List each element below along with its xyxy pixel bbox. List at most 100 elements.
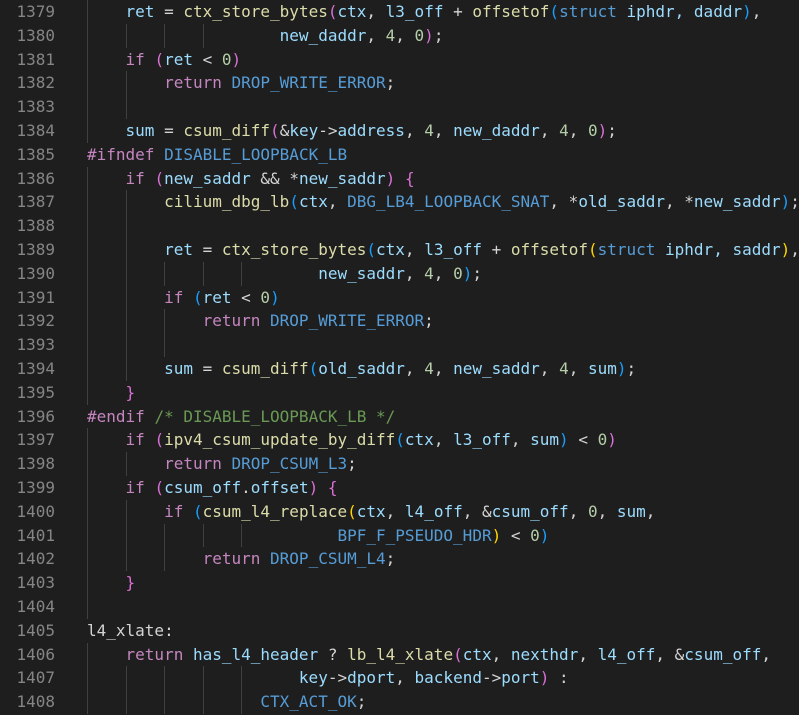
code-line[interactable]: 1403 }: [0, 571, 799, 595]
code-token: ret: [164, 239, 193, 259]
code-line[interactable]: 1395 }: [0, 380, 799, 405]
code-token: ,: [395, 25, 415, 45]
code-line[interactable]: 1396 #endif /* DISABLE_LOOPBACK_LB */: [0, 405, 799, 429]
code-token: nexthdr: [510, 644, 579, 664]
code-line[interactable]: 1381 if (ret < 0): [0, 47, 799, 72]
code-text: BPF_F_PSEUDO_HDR) < 0): [87, 524, 549, 548]
code-line[interactable]: 1379 ret = ctx_store_bytes (ctx, l3_off +…: [0, 0, 799, 24]
code-token: l4_off: [404, 501, 463, 521]
code-line[interactable]: 1386 if (new_saddr && *new_saddr) {: [0, 166, 799, 191]
code-editor[interactable]: 1379 ret = ctx_store_bytes(ctx, l3_off +…: [0, 0, 799, 715]
code-line[interactable]: 1385 #ifndef DISABLE_LOOPBACK_LB: [0, 143, 799, 167]
code-line[interactable]: 1407 key->dport, backend->port) :: [0, 666, 799, 691]
code-token: csum_off: [684, 644, 762, 664]
code-token: if: [125, 430, 145, 450]
code-text: key->dport, backend->port) :: [87, 666, 569, 690]
code-line[interactable]: 1398 return DROP_CSUM_L3;: [0, 452, 799, 476]
code-token: :: [549, 668, 569, 688]
code-token: }: [125, 382, 136, 402]
code-token: ;: [626, 358, 637, 378]
code-token: <: [231, 287, 261, 307]
code-line[interactable]: 1392 return DROP_WRITE_ERROR;: [0, 309, 799, 334]
code-token: old_saddr: [578, 192, 666, 212]
code-line[interactable]: 1380 new_daddr, 4, 0);: [0, 23, 799, 48]
code-line[interactable]: 1405 l4_xlate:: [0, 619, 799, 643]
code-token: ,: [568, 120, 588, 140]
code-token: 4: [424, 358, 434, 378]
line-number: 1391: [16, 287, 55, 307]
code-token: sum: [587, 358, 617, 378]
code-token: return: [164, 73, 222, 93]
code-text: return DROP_WRITE_ERROR;: [87, 71, 395, 95]
code-line[interactable]: 1408 CTX_ACT_OK;: [0, 690, 799, 714]
code-token: *: [684, 192, 694, 212]
code-line[interactable]: 1393: [0, 333, 799, 357]
indent-guide: [87, 594, 88, 619]
code-line[interactable]: 1388: [0, 214, 799, 238]
code-token: (: [289, 192, 299, 212]
code-token: =: [192, 239, 222, 259]
code-token: new_saddr: [164, 168, 251, 188]
code-token: struct: [559, 2, 617, 21]
code-token: 0: [221, 49, 232, 69]
line-number: 1394: [16, 358, 55, 378]
code-token: ): [607, 430, 617, 450]
code-line[interactable]: 1404: [0, 594, 799, 619]
code-line[interactable]: 1400 if (csum_l4_replace(ctx, l4_off, &c…: [0, 499, 799, 524]
code-line[interactable]: 1402 return DROP_CSUM_L4;: [0, 547, 799, 572]
code-line[interactable]: 1394 sum = csum_diff(old_saddr, 4, new_s…: [0, 356, 799, 381]
code-token: if: [125, 49, 145, 69]
code-token: ,: [539, 358, 560, 378]
line-number: 1380: [16, 25, 55, 45]
code-token: 4: [559, 120, 569, 140]
code-token: ;: [385, 549, 396, 569]
code-line[interactable]: 1397 if (ipv4_csum_update_by_diff(ctx, l…: [0, 428, 799, 453]
code-token: ;: [347, 454, 357, 474]
code-line[interactable]: 1389 ret = ctx_store_bytes(ctx, l3_off +…: [0, 237, 799, 262]
line-number: 1389: [16, 239, 55, 259]
code-token: =: [192, 358, 222, 378]
code-line[interactable]: 1406 return has_l4_header ? lb_l4_xlate(…: [0, 642, 799, 667]
code-line[interactable]: 1383: [0, 95, 799, 119]
code-line[interactable]: 1390 new_saddr, 4, 0);: [0, 261, 799, 286]
code-token: #ifndef: [87, 144, 155, 164]
code-token: cilium_dbg_lb: [164, 192, 290, 212]
code-token: ,: [404, 263, 425, 283]
code-token: ctx: [404, 430, 434, 450]
code-token: ;: [424, 311, 434, 331]
code-token: offset: [250, 477, 309, 497]
code-line[interactable]: 1387 cilium_dbg_lb(ctx, DBG_LB4_LOOPBACK…: [0, 190, 799, 215]
line-number: 1397: [16, 430, 55, 450]
indent-guide: [87, 95, 88, 119]
code-token: ctx: [337, 2, 367, 21]
code-token: ,: [549, 192, 569, 212]
code-token: (: [395, 430, 405, 450]
code-line[interactable]: 1399 if (csum_off.offset) {: [0, 475, 799, 500]
code-line[interactable]: 1391 if (ret < 0): [0, 285, 799, 310]
code-token: ,: [761, 644, 771, 664]
code-token: 4: [385, 25, 396, 45]
code-token: &: [279, 120, 290, 140]
code-token: ): [780, 192, 791, 212]
code-token: /* DISABLE_LOOPBACK_LB */: [154, 406, 396, 426]
line-number: 1379: [16, 2, 55, 21]
line-number: 1385: [16, 144, 55, 164]
code-text: if (new_saddr && *new_saddr) {: [87, 167, 415, 191]
code-token: ,: [597, 501, 617, 521]
code-line[interactable]: 1401 BPF_F_PSEUDO_HDR) < 0): [0, 523, 799, 548]
code-token: +: [443, 2, 473, 21]
code-line[interactable]: 1382 return DROP_WRITE_ERROR;: [0, 71, 799, 96]
code-token: key: [289, 120, 319, 140]
code-line[interactable]: 1384 sum = csum_diff(&key->address, 4, n…: [0, 118, 799, 143]
code-token: new_saddr: [693, 192, 781, 212]
code-token: iphdr, daddr: [616, 2, 743, 21]
